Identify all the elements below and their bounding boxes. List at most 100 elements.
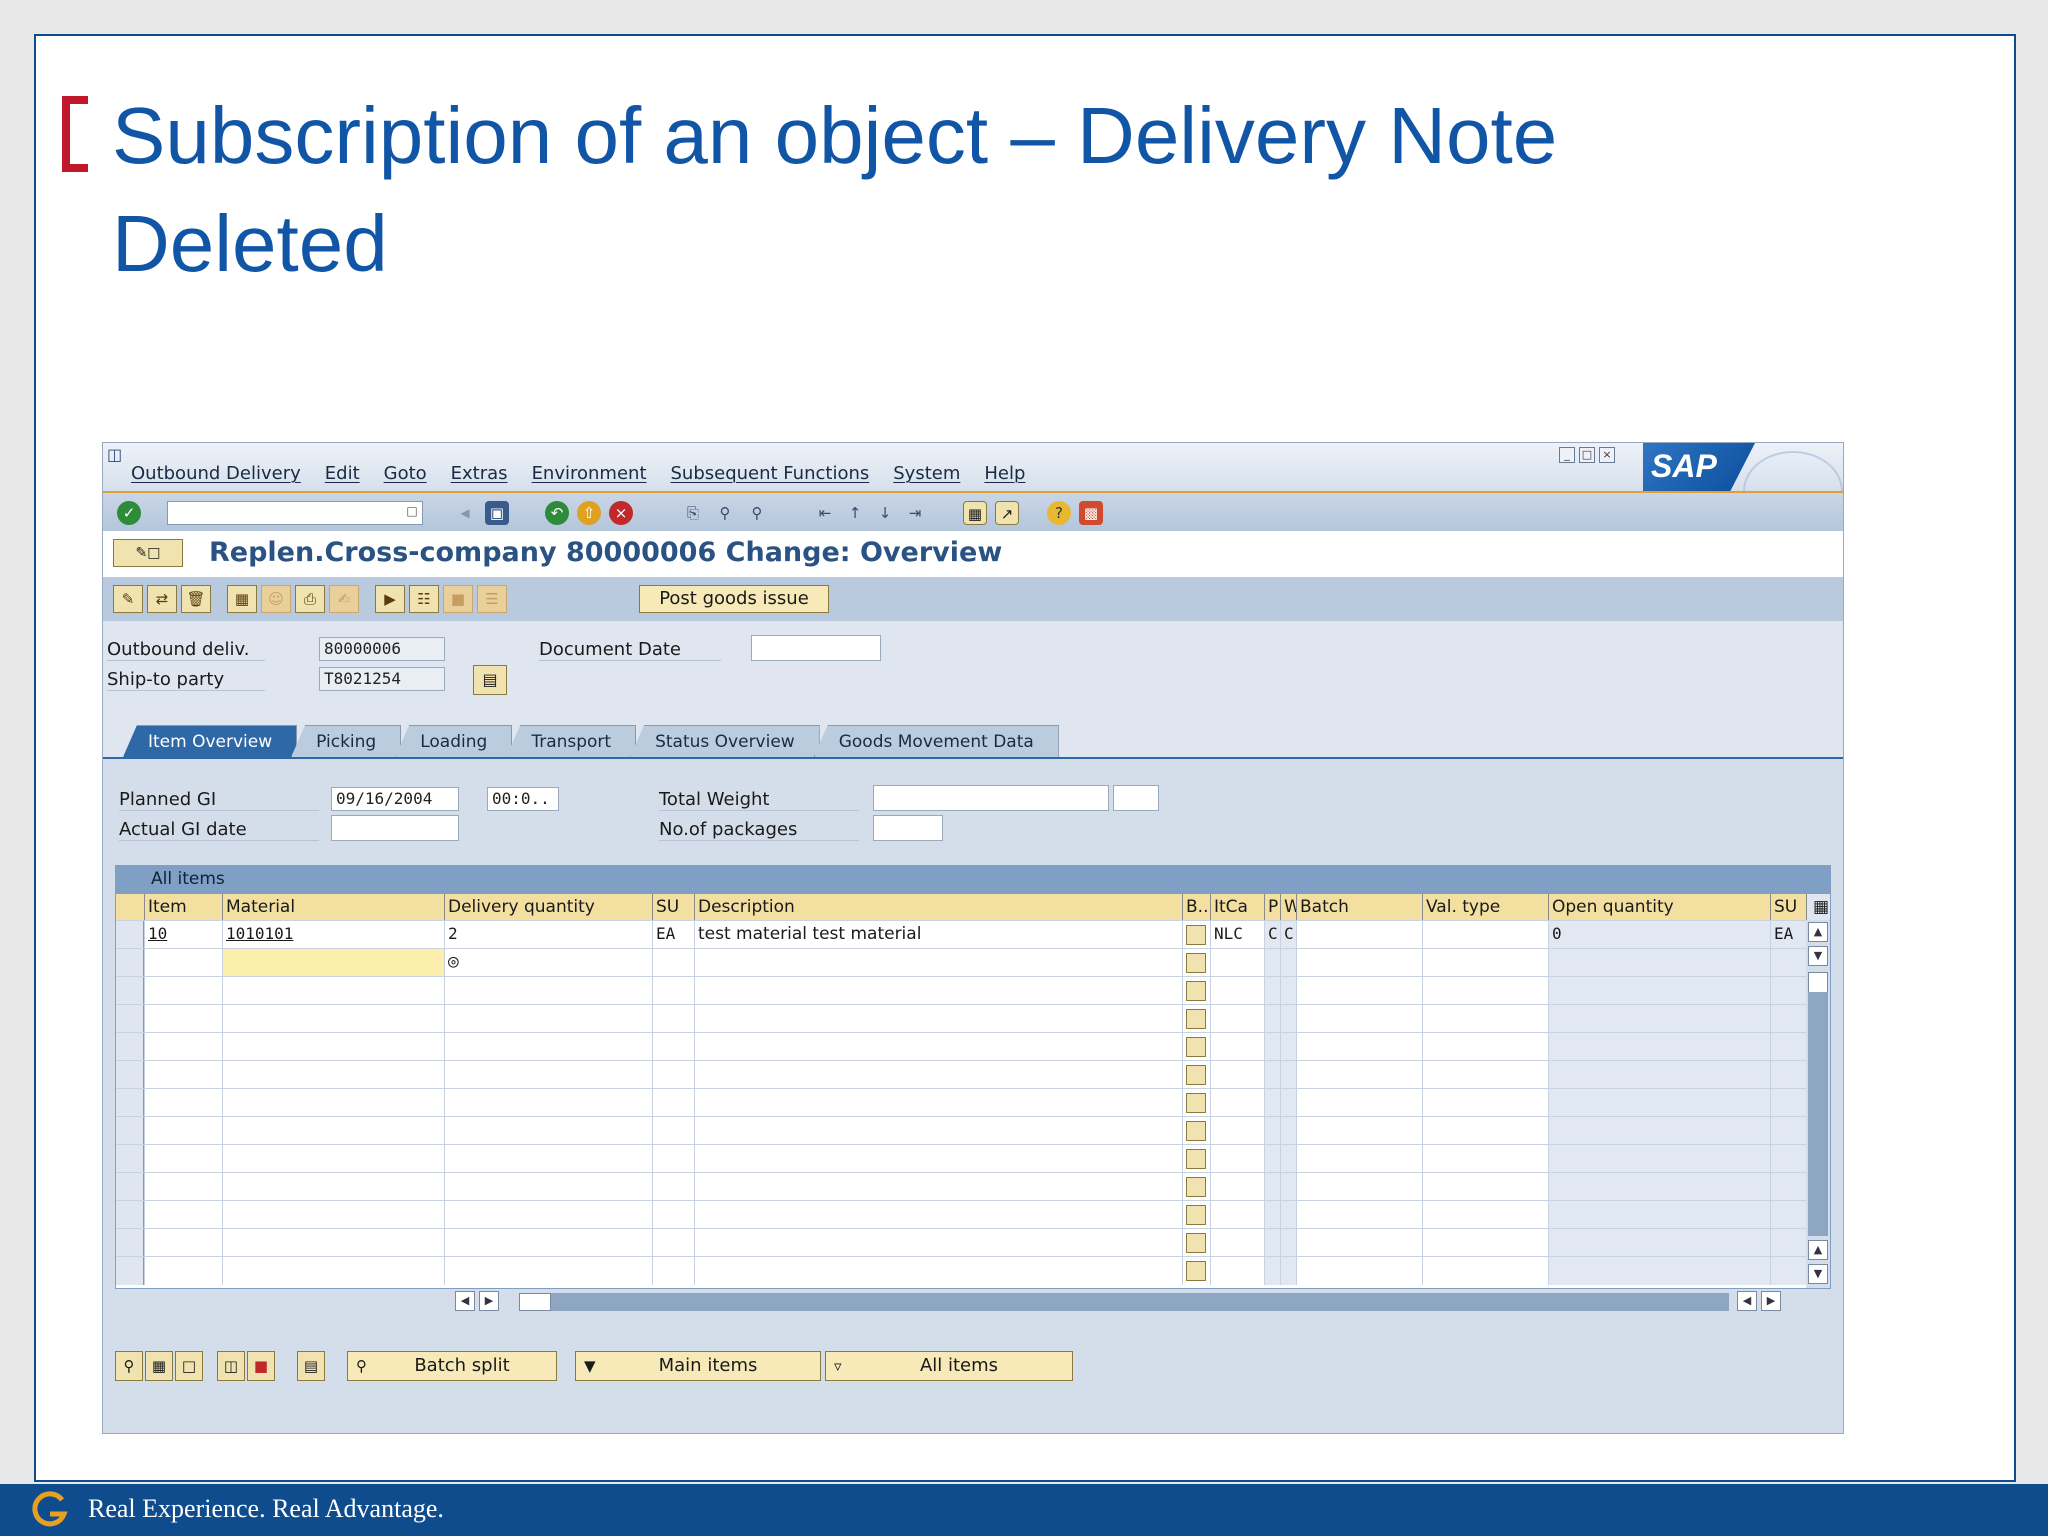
item-details-icon[interactable]: ▶ — [375, 585, 405, 613]
minimize-icon[interactable]: _ — [1559, 447, 1575, 463]
table-cell[interactable] — [444, 1257, 652, 1285]
row-selector[interactable] — [116, 1173, 144, 1201]
column-header-description[interactable]: Description — [694, 894, 1182, 920]
tab-item-overview[interactable]: Item Overview — [123, 725, 298, 757]
table-cell[interactable] — [694, 1229, 1182, 1257]
table-cell[interactable] — [1548, 977, 1770, 1005]
table-cell[interactable] — [444, 977, 652, 1005]
table-cell[interactable] — [694, 1089, 1182, 1117]
table-cell[interactable] — [222, 1173, 444, 1201]
system-menu-icon[interactable]: ◫ — [107, 445, 122, 464]
table-cell[interactable] — [652, 1005, 694, 1033]
table-row[interactable] — [116, 1088, 1830, 1117]
table-cell[interactable] — [1770, 1229, 1806, 1257]
table-cell[interactable] — [1548, 1257, 1770, 1285]
check-icon[interactable]: ✓ — [117, 501, 141, 525]
number-of-packages-field[interactable] — [873, 815, 943, 841]
menu-environment[interactable]: Environment — [532, 463, 647, 484]
table-cell[interactable] — [1264, 1033, 1280, 1061]
exit-icon[interactable]: ⇧ — [577, 501, 601, 525]
delete-item-icon[interactable]: ■ — [247, 1351, 275, 1381]
scroll-page-up-icon[interactable]: ▲ — [1808, 1240, 1828, 1260]
table-cell[interactable] — [1264, 1117, 1280, 1145]
table-cell[interactable] — [1210, 1033, 1264, 1061]
batch-checkbox[interactable] — [1186, 1093, 1206, 1113]
table-cell[interactable] — [694, 1117, 1182, 1145]
table-cell[interactable] — [652, 1229, 694, 1257]
new-session-icon[interactable]: ▦ — [963, 501, 987, 525]
table-cell[interactable] — [1422, 1061, 1548, 1089]
horizontal-scrollbar[interactable]: ◀ ▶ ◀ ▶ — [115, 1289, 1831, 1315]
scroll-left-icon[interactable]: ◀ — [455, 1291, 475, 1311]
column-header-item[interactable]: Item — [144, 894, 222, 920]
maximize-icon[interactable]: □ — [1579, 447, 1595, 463]
table-cell[interactable] — [1296, 1145, 1422, 1173]
horizontal-scroll-thumb[interactable] — [519, 1293, 551, 1311]
command-field[interactable]: □ — [167, 501, 423, 525]
scroll-track[interactable] — [1808, 992, 1828, 1236]
planned-gi-date-field[interactable]: 09/16/2004 — [331, 787, 459, 811]
table-cell[interactable] — [1548, 949, 1770, 977]
table-cell[interactable] — [1210, 949, 1264, 977]
row-selector[interactable] — [116, 1201, 144, 1229]
table-cell[interactable] — [1548, 1089, 1770, 1117]
table-cell[interactable] — [652, 1201, 694, 1229]
item-details-icon[interactable]: ⚲ — [115, 1351, 143, 1381]
table-cell[interactable]: ◎ — [444, 949, 652, 977]
table-cell[interactable] — [652, 1257, 694, 1285]
scroll-page-down-icon[interactable]: ▼ — [1808, 1264, 1828, 1284]
scroll-thumb[interactable] — [1808, 972, 1828, 994]
row-selector[interactable] — [116, 1229, 144, 1257]
table-cell[interactable] — [1770, 1257, 1806, 1285]
table-cell[interactable] — [1770, 1033, 1806, 1061]
cell-delivery-quantity[interactable]: 2 — [444, 921, 652, 949]
table-cell[interactable] — [1548, 1145, 1770, 1173]
partner-details-icon[interactable]: ▤ — [473, 665, 507, 695]
column-header-batch[interactable]: Batch — [1296, 894, 1422, 920]
table-cell[interactable] — [1770, 1005, 1806, 1033]
outbound-delivery-field[interactable]: 80000006 — [319, 637, 445, 661]
scroll-up-icon[interactable]: ▲ — [1808, 922, 1828, 942]
row-selector[interactable] — [116, 1257, 144, 1285]
table-cell[interactable] — [694, 1145, 1182, 1173]
table-cell[interactable] — [1548, 1117, 1770, 1145]
table-cell[interactable] — [444, 1089, 652, 1117]
row-selector[interactable] — [116, 1117, 144, 1145]
help-icon[interactable]: ? — [1047, 501, 1071, 525]
table-cell[interactable] — [222, 1229, 444, 1257]
tab-loading[interactable]: Loading — [395, 725, 513, 757]
table-cell[interactable] — [144, 1061, 222, 1089]
total-weight-field[interactable] — [873, 785, 1109, 811]
batch-checkbox[interactable] — [1186, 1065, 1206, 1085]
previous-page-icon[interactable]: ↑ — [843, 501, 867, 525]
menu-system[interactable]: System — [893, 463, 960, 484]
table-cell[interactable] — [444, 1033, 652, 1061]
table-cell[interactable] — [1296, 1005, 1422, 1033]
table-cell[interactable] — [1296, 977, 1422, 1005]
row-selector[interactable] — [116, 977, 144, 1005]
tab-picking[interactable]: Picking — [291, 725, 402, 757]
tab-transport[interactable]: Transport — [506, 725, 637, 757]
table-cell[interactable] — [652, 1033, 694, 1061]
table-cell[interactable] — [1264, 949, 1280, 977]
table-cell[interactable] — [1210, 1257, 1264, 1285]
weight-unit-field[interactable] — [1113, 785, 1159, 811]
menu-goto[interactable]: Goto — [384, 463, 427, 484]
table-cell[interactable] — [1280, 1229, 1296, 1257]
batch-checkbox[interactable] — [1186, 925, 1206, 945]
table-cell[interactable] — [1264, 1173, 1280, 1201]
table-cell[interactable] — [222, 1089, 444, 1117]
table-row[interactable] — [116, 1116, 1830, 1145]
table-cell[interactable] — [652, 1173, 694, 1201]
table-cell[interactable] — [1264, 1145, 1280, 1173]
table-cell[interactable] — [694, 1061, 1182, 1089]
table-cell[interactable] — [1770, 1089, 1806, 1117]
table-cell[interactable] — [1770, 1117, 1806, 1145]
table-cell[interactable] — [1770, 1061, 1806, 1089]
tab-status-overview[interactable]: Status Overview — [630, 725, 820, 757]
table-cell[interactable] — [1210, 1005, 1264, 1033]
row-selector[interactable] — [116, 949, 144, 977]
table-cell[interactable] — [1182, 1033, 1210, 1061]
table-cell[interactable] — [1296, 1173, 1422, 1201]
menu-subsequent-functions[interactable]: Subsequent Functions — [671, 463, 870, 484]
